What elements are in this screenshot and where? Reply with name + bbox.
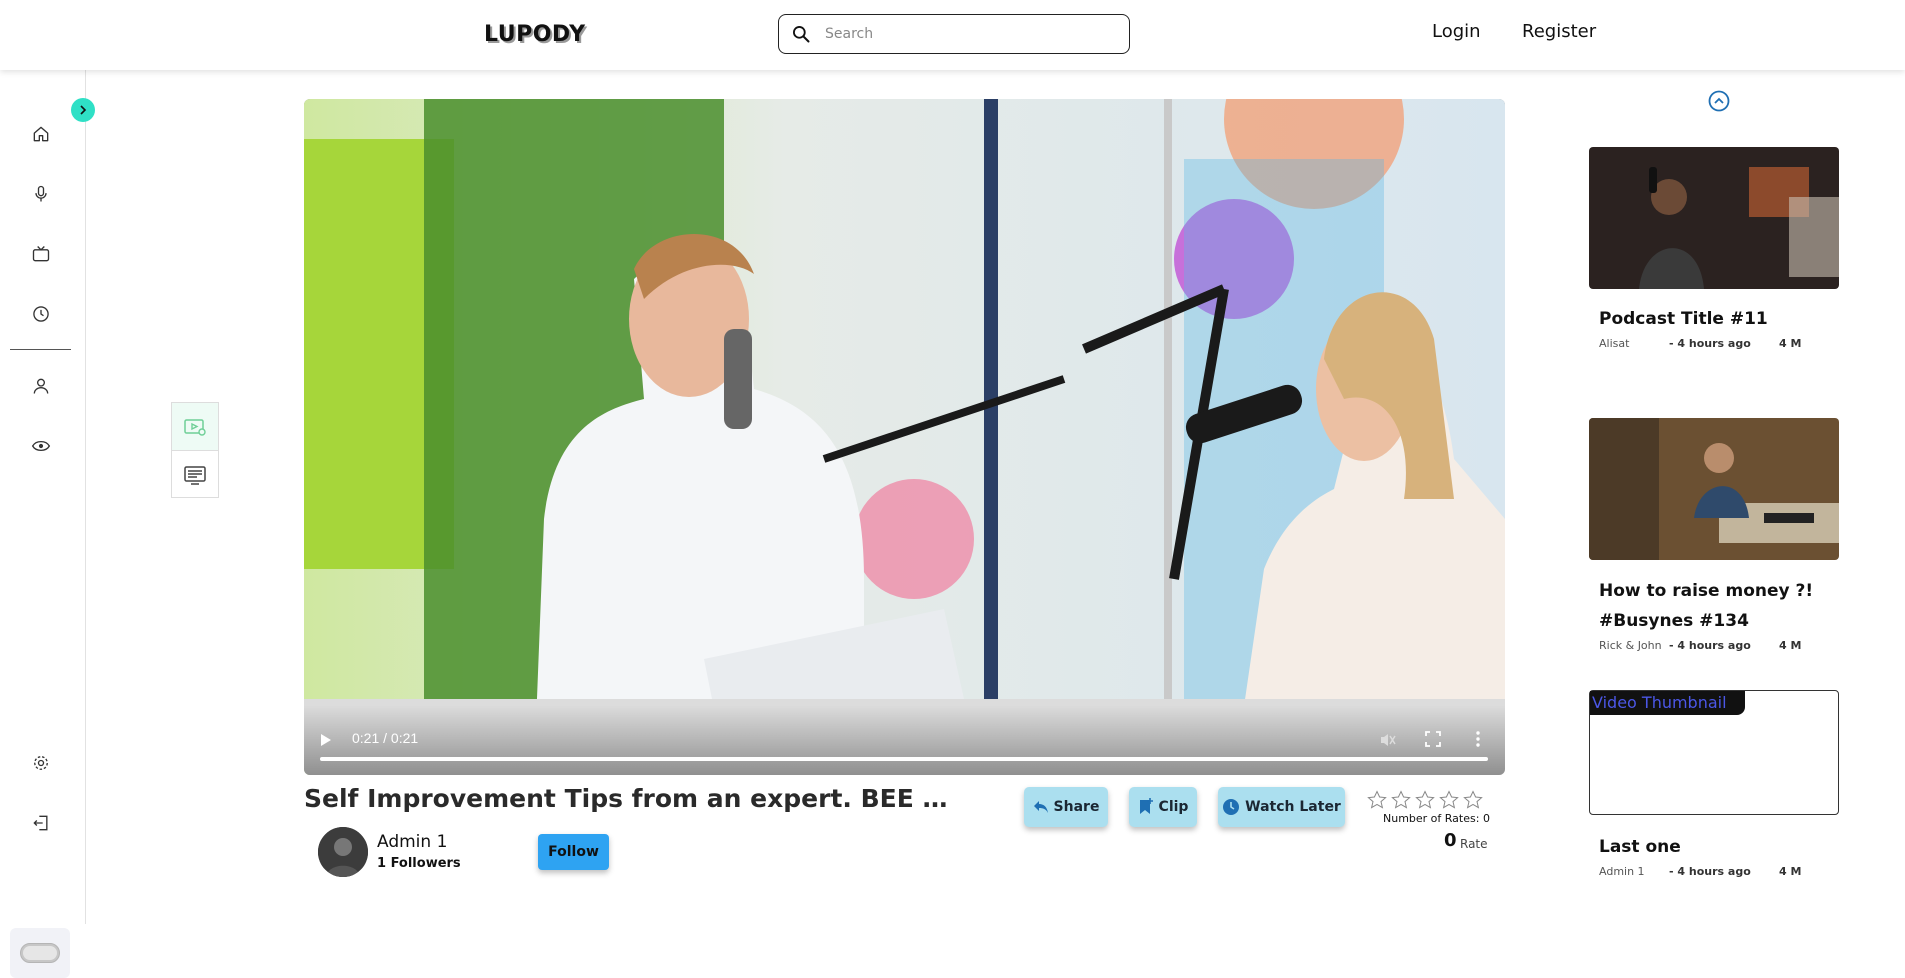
recommended-views: 4 M: [1779, 337, 1802, 350]
recommended-time: - 4 hours ago: [1669, 639, 1751, 652]
followers-count: 1 Followers: [377, 856, 461, 871]
toggle-knob: [23, 946, 57, 960]
user-icon[interactable]: [29, 374, 53, 398]
share-icon: [1033, 801, 1048, 813]
clip-label: Clip: [1158, 799, 1189, 815]
star-icon[interactable]: [1463, 790, 1483, 810]
tv-icon[interactable]: [29, 242, 53, 266]
microphone-icon[interactable]: [29, 182, 53, 206]
video-settings-icon: [184, 418, 206, 436]
register-link[interactable]: Register: [1522, 21, 1596, 42]
star-icon[interactable]: [1415, 790, 1435, 810]
recommended-author[interactable]: Rick & John: [1599, 639, 1662, 652]
author-name[interactable]: Admin 1: [377, 832, 447, 852]
eye-icon[interactable]: [29, 434, 53, 458]
rate-label: Rate: [1460, 837, 1488, 851]
recommended-title[interactable]: Podcast Title #11: [1599, 304, 1829, 334]
rates-count: Number of Rates: 0: [1383, 812, 1490, 825]
login-link[interactable]: Login: [1432, 21, 1481, 42]
clock-icon: [1223, 799, 1240, 815]
share-label: Share: [1053, 799, 1100, 815]
star-icon[interactable]: [1391, 790, 1411, 810]
video-player[interactable]: 0:21 / 0:21: [304, 99, 1505, 775]
rating-stars[interactable]: [1367, 790, 1483, 810]
video-frame: [304, 99, 1505, 775]
search-box[interactable]: [778, 14, 1130, 54]
player-tools: [171, 402, 219, 498]
fullscreen-icon[interactable]: [1425, 731, 1441, 747]
top-bar: LUPODY Login Register: [0, 0, 1905, 70]
star-icon[interactable]: [1367, 790, 1387, 810]
star-icon[interactable]: [1439, 790, 1459, 810]
recommended-author[interactable]: Alisat: [1599, 337, 1629, 350]
recommended-views: 4 M: [1779, 639, 1802, 652]
history-icon[interactable]: [29, 302, 53, 326]
time-display: 0:21 / 0:21: [352, 730, 419, 746]
video-title: Self Improvement Tips from an expert. BE…: [304, 784, 964, 813]
follow-button[interactable]: Follow: [538, 834, 609, 870]
avatar[interactable]: [318, 827, 368, 877]
sidebar: [0, 70, 86, 978]
clip-icon: [1139, 798, 1153, 814]
video-thumbnail[interactable]: [1589, 147, 1839, 289]
recommended-time: - 4 hours ago: [1669, 337, 1751, 350]
video-thumbnail[interactable]: Video Thumbnail: [1589, 690, 1839, 815]
video-controls: 0:21 / 0:21: [304, 705, 1505, 775]
expand-sidebar-button[interactable]: [71, 98, 95, 122]
clip-button[interactable]: Clip: [1129, 787, 1197, 827]
video-mode-button[interactable]: [172, 403, 218, 451]
play-icon[interactable]: [320, 733, 332, 747]
settings-icon[interactable]: [29, 751, 53, 775]
transcript-icon: [184, 466, 206, 485]
recommended-time: - 4 hours ago: [1669, 865, 1751, 878]
video-thumbnail[interactable]: [1589, 418, 1839, 560]
recommended-views: 4 M: [1779, 865, 1802, 878]
recommended-title[interactable]: Last one: [1599, 832, 1829, 862]
home-icon[interactable]: [29, 122, 53, 146]
mute-icon[interactable]: [1379, 731, 1397, 749]
recommended-title[interactable]: How to raise money ?! #Busynes #134: [1599, 576, 1829, 636]
search-icon: [793, 26, 810, 43]
logout-icon[interactable]: [29, 811, 53, 835]
broken-image: Video Thumbnail: [1590, 691, 1745, 715]
watch-later-button[interactable]: Watch Later: [1218, 787, 1345, 827]
chevron-right-icon: [80, 105, 87, 115]
theme-toggle[interactable]: [10, 928, 70, 978]
chevron-up-icon[interactable]: [1708, 90, 1730, 112]
search-input[interactable]: [825, 26, 1105, 42]
transcript-button[interactable]: [172, 451, 218, 499]
progress-bar[interactable]: [320, 757, 1488, 761]
rate-value: 0: [1444, 830, 1457, 851]
logo[interactable]: LUPODY: [484, 22, 586, 47]
sidebar-divider: [10, 349, 71, 350]
share-button[interactable]: Share: [1024, 787, 1108, 827]
more-options-icon[interactable]: [1476, 731, 1480, 747]
toggle-switch[interactable]: [20, 943, 60, 963]
recommended-author[interactable]: Admin 1: [1599, 865, 1645, 878]
watch-later-label: Watch Later: [1245, 799, 1341, 815]
